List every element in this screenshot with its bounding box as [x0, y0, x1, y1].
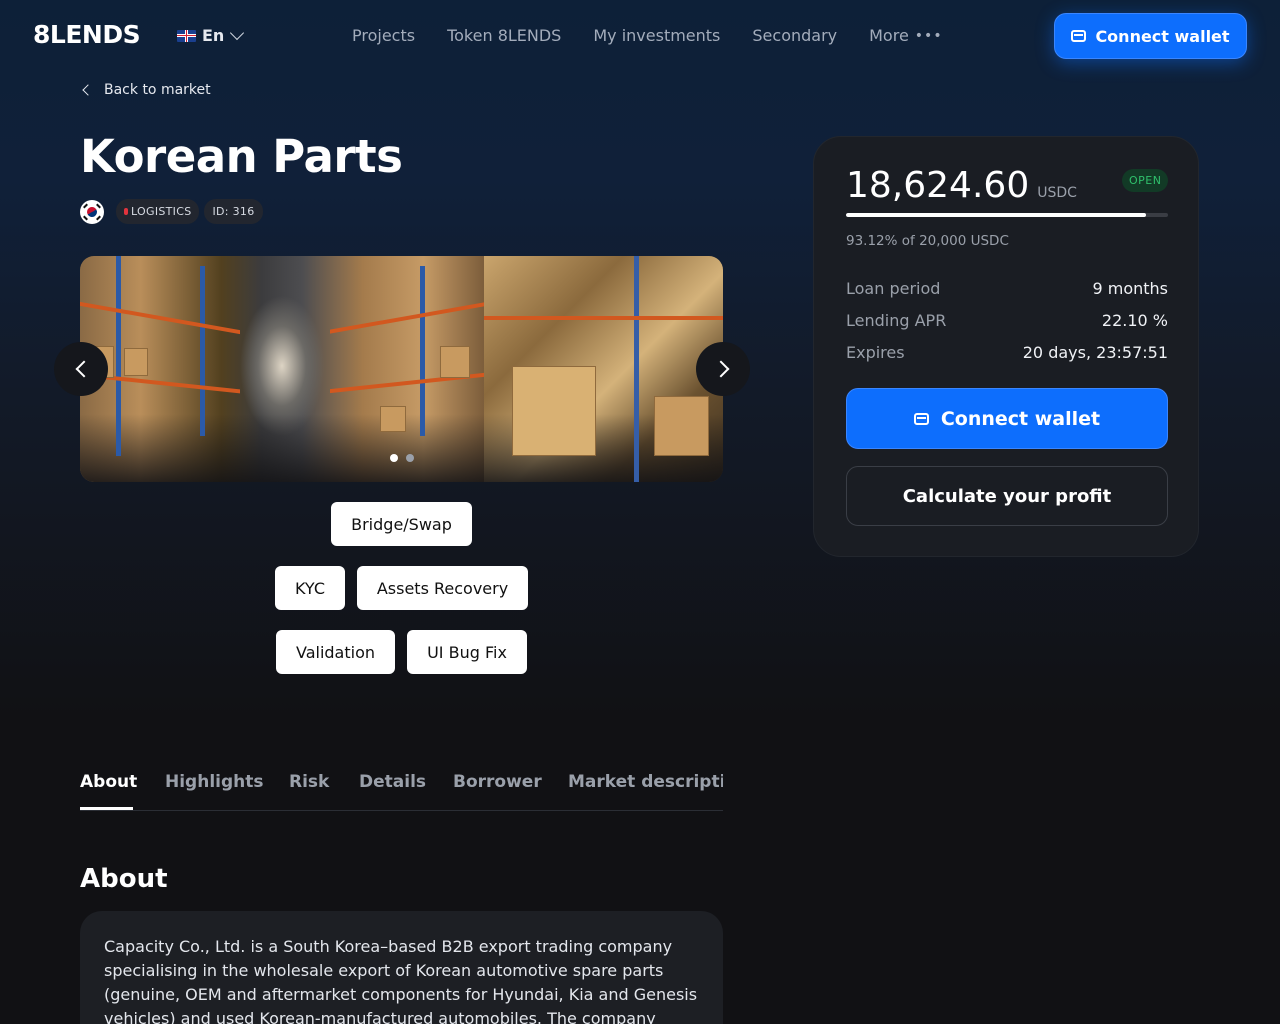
pill-bridge-swap[interactable]: Bridge/Swap — [331, 502, 472, 546]
expires-row: Expires 20 days, 23:57:51 — [846, 343, 1168, 362]
investment-card: 18,624.60 USDC OPEN 93.12% of 20,000 USD… — [813, 136, 1199, 557]
funding-progress-bar — [846, 213, 1168, 217]
cardboard-boxes-image — [484, 256, 723, 482]
amount-currency: USDC — [1037, 185, 1077, 201]
gallery-prev-button[interactable] — [54, 342, 108, 396]
tab-market-description[interactable]: Market descriptio — [568, 772, 723, 792]
wallet-icon — [913, 412, 929, 425]
lending-apr-value: 22.10 % — [1101, 311, 1168, 330]
tab-highlights[interactable]: Highlights — [165, 772, 264, 792]
section-tabs: About Highlights Risk Details Borrower M… — [80, 770, 723, 811]
page-title: Korean Parts — [80, 130, 403, 183]
image-gallery — [80, 256, 723, 482]
category-label: LOGISTICS — [131, 205, 192, 218]
progress-fill — [846, 213, 1146, 217]
tab-details[interactable]: Details — [359, 772, 426, 792]
uk-flag-icon — [177, 29, 196, 42]
loan-period-value: 9 months — [1092, 279, 1168, 298]
about-heading: About — [80, 864, 168, 894]
pill-validation[interactable]: Validation — [276, 630, 395, 674]
back-to-market-link[interactable]: Back to market — [80, 82, 211, 98]
project-tags: LOGISTICS ID: 316 — [80, 199, 263, 224]
connect-wallet-header-button[interactable]: Connect wallet — [1054, 13, 1247, 59]
back-label: Back to market — [104, 82, 211, 98]
tab-risk[interactable]: Risk — [289, 772, 329, 792]
top-header: 8LENDS En Projects Token 8LENDS My inves… — [0, 0, 1280, 72]
tab-about[interactable]: About — [80, 772, 137, 792]
language-selector[interactable]: En — [177, 25, 245, 45]
chevron-left-icon — [75, 360, 92, 378]
loan-period-row: Loan period 9 months — [846, 279, 1168, 298]
pill-ui-bug-fix[interactable]: UI Bug Fix — [407, 630, 527, 674]
connect-wallet-header-label: Connect wallet — [1095, 26, 1230, 46]
nav-token[interactable]: Token 8LENDS — [447, 26, 561, 45]
nav-more-label: More — [869, 26, 909, 45]
lending-apr-label: Lending APR — [846, 311, 947, 330]
active-tab-indicator — [80, 807, 133, 810]
logo-text: 8LENDS — [33, 20, 141, 49]
chevron-down-icon — [230, 25, 245, 41]
logo[interactable]: 8LENDS — [33, 20, 141, 49]
tab-borrower[interactable]: Borrower — [453, 772, 542, 792]
loan-period-label: Loan period — [846, 279, 941, 298]
expires-label: Expires — [846, 343, 905, 362]
nav-more[interactable]: More ••• — [869, 26, 942, 45]
raised-amount: 18,624.60 USDC — [846, 165, 1077, 206]
expires-value: 20 days, 23:57:51 — [1022, 343, 1168, 362]
lending-apr-row: Lending APR 22.10 % — [846, 311, 1168, 330]
connect-wallet-button[interactable]: Connect wallet — [846, 388, 1168, 449]
gallery-dot-1[interactable] — [390, 454, 398, 462]
language-label: En — [202, 26, 225, 45]
south-korea-flag-icon — [80, 199, 104, 224]
connect-wallet-label: Connect wallet — [940, 407, 1101, 430]
amount-value: 18,624.60 — [846, 165, 1030, 206]
pin-icon — [124, 208, 128, 215]
warehouse-aisle-image — [80, 256, 484, 482]
calculate-profit-button[interactable]: Calculate your profit — [846, 466, 1168, 526]
nav-my-investments[interactable]: My investments — [593, 26, 720, 45]
main-nav: Projects Token 8LENDS My investments Sec… — [352, 26, 943, 45]
project-id-badge: ID: 316 — [204, 199, 263, 224]
about-text: Capacity Co., Ltd. is a South Korea–base… — [104, 937, 698, 1024]
wallet-icon — [1071, 30, 1087, 42]
progress-text: 93.12% of 20,000 USDC — [846, 233, 1009, 249]
pill-assets-recovery[interactable]: Assets Recovery — [357, 566, 528, 610]
nav-projects[interactable]: Projects — [352, 26, 415, 45]
chevron-left-icon — [82, 84, 94, 96]
chevron-right-icon — [712, 360, 729, 378]
pill-kyc[interactable]: KYC — [275, 566, 345, 610]
about-card: Capacity Co., Ltd. is a South Korea–base… — [80, 911, 723, 1024]
more-dots-icon: ••• — [914, 27, 943, 44]
status-badge: OPEN — [1122, 169, 1169, 192]
gallery-dot-2[interactable] — [406, 454, 414, 462]
gallery-next-button[interactable] — [696, 342, 750, 396]
category-badge: LOGISTICS — [116, 199, 200, 224]
nav-secondary[interactable]: Secondary — [752, 26, 837, 45]
